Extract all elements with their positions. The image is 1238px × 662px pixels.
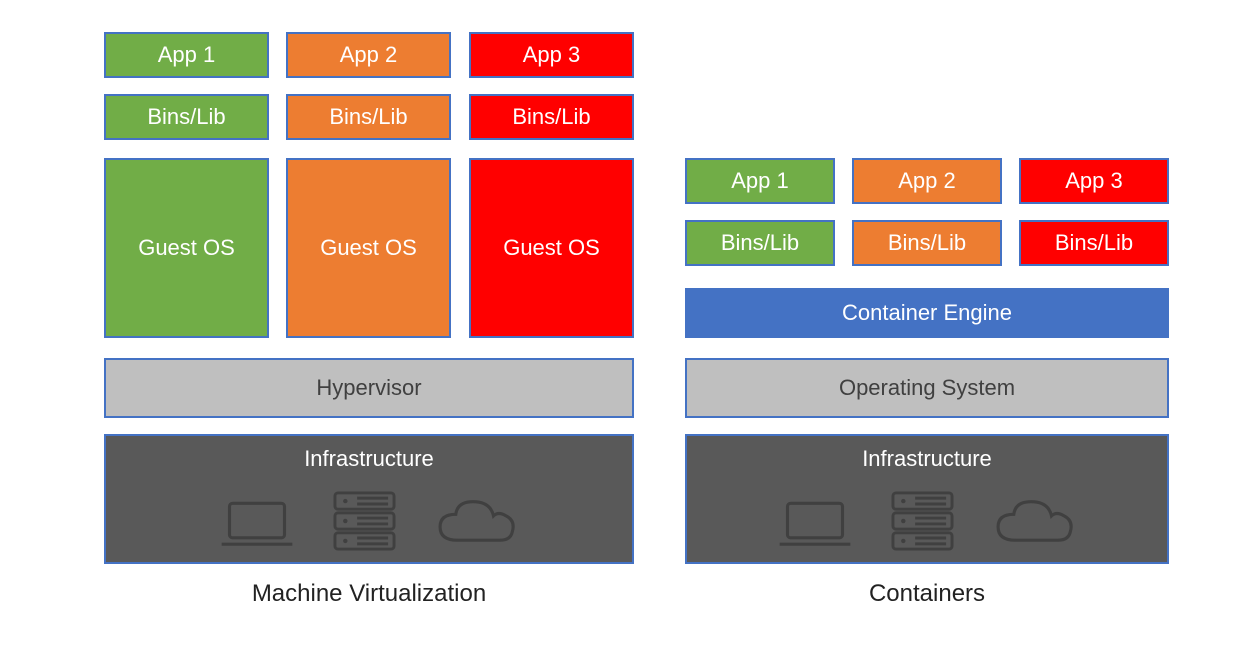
ct-bins-3: Bins/Lib [1019,220,1169,266]
vm-bins-2: Bins/Lib [286,94,451,140]
ct-infrastructure: Infrastructure [685,434,1169,564]
ct-operating-system: Operating System [685,358,1169,418]
ct-app-2: App 2 [852,158,1002,204]
vm-app-3: App 3 [469,32,634,78]
vm-guest-1: Guest OS [104,158,269,338]
vm-app-2: App 2 [286,32,451,78]
ct-bins-2: Bins/Lib [852,220,1002,266]
vm-infrastructure-label: Infrastructure [110,446,628,472]
cloud-icon [432,497,522,552]
server-icon [885,490,960,552]
ct-container-engine: Container Engine [685,288,1169,338]
vm-bins-3: Bins/Lib [469,94,634,140]
ct-caption: Containers [685,580,1169,608]
ct-app-1: App 1 [685,158,835,204]
vm-hypervisor: Hypervisor [104,358,634,418]
vm-guest-2: Guest OS [286,158,451,338]
vm-guest-3: Guest OS [469,158,634,338]
ct-bins-1: Bins/Lib [685,220,835,266]
ct-app-3: App 3 [1019,158,1169,204]
server-icon [327,490,402,552]
vm-app-1: App 1 [104,32,269,78]
vm-infrastructure: Infrastructure [104,434,634,564]
cloud-icon [990,497,1080,552]
laptop-icon [775,497,855,552]
ct-infrastructure-label: Infrastructure [691,446,1163,472]
vm-caption: Machine Virtualization [104,580,634,608]
vm-bins-1: Bins/Lib [104,94,269,140]
laptop-icon [217,497,297,552]
diagram-canvas: App 1 App 2 App 3 Bins/Lib Bins/Lib Bins… [0,0,1238,662]
